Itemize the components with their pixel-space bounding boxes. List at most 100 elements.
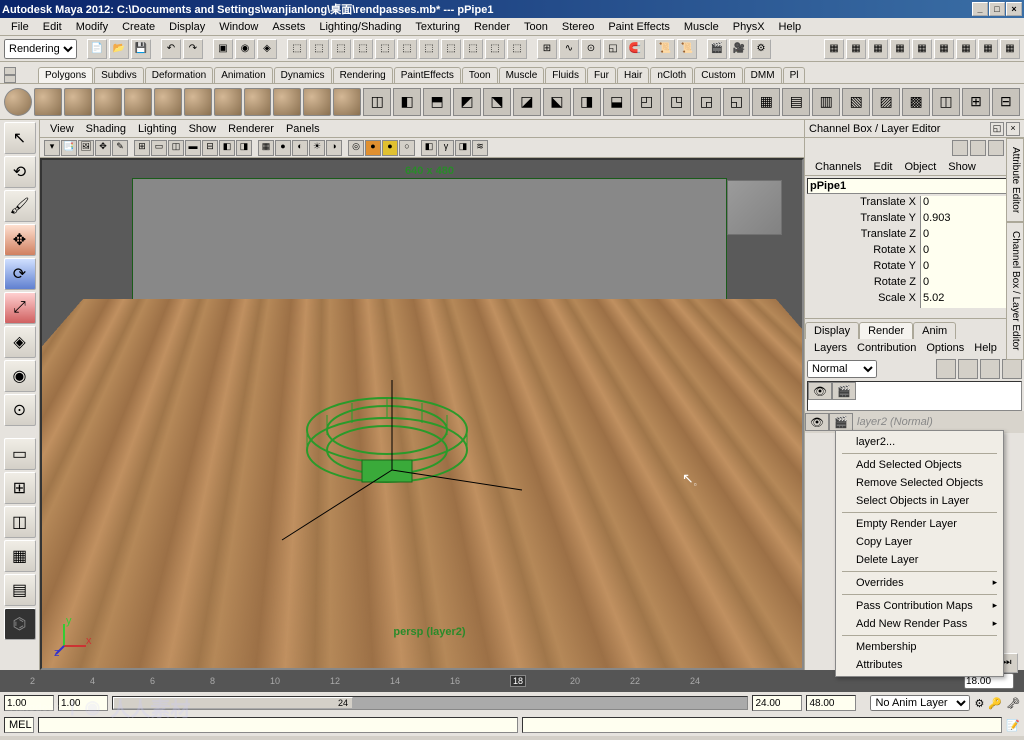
render-frame-icon[interactable]: 🎬	[707, 39, 727, 59]
panel-icon[interactable]: ▦	[912, 39, 932, 59]
menu-window[interactable]: Window	[212, 21, 265, 33]
motion-blur-icon[interactable]: ≋	[472, 140, 488, 156]
image-plane-icon[interactable]: 🖼	[78, 140, 94, 156]
soft-tool-icon[interactable]: ◉	[4, 360, 36, 392]
undo-icon[interactable]: ↶	[161, 39, 181, 59]
context-item-copy-layer[interactable]: Copy Layer	[838, 533, 1001, 551]
pipe-icon[interactable]	[244, 88, 272, 116]
open-scene-icon[interactable]: 📂	[109, 39, 129, 59]
poly-tool-icon[interactable]: ◩	[453, 88, 481, 116]
poly-tool-icon[interactable]: ◰	[633, 88, 661, 116]
poly-tool-icon[interactable]: ◪	[513, 88, 541, 116]
panel-icon[interactable]: ▦	[934, 39, 954, 59]
poly-tool-icon[interactable]: ⬓	[603, 88, 631, 116]
poly-tool-icon[interactable]: ▨	[872, 88, 900, 116]
shelf-tab-deformation[interactable]: Deformation	[145, 67, 213, 83]
snap-plane-icon[interactable]: ◱	[603, 39, 623, 59]
helix-icon[interactable]	[273, 88, 301, 116]
panel-icon[interactable]: ▦	[890, 39, 910, 59]
menu-physx[interactable]: PhysX	[726, 21, 772, 33]
safe-action-icon[interactable]: ◧	[219, 140, 235, 156]
isolate-icon[interactable]: ◎	[348, 140, 364, 156]
scale-tool-icon[interactable]: ⤢	[4, 292, 36, 324]
context-item-attributes[interactable]: Attributes	[838, 656, 1001, 674]
history-icon[interactable]: 📜	[655, 39, 675, 59]
lights-icon[interactable]: ☀	[309, 140, 325, 156]
cone-icon[interactable]	[94, 88, 122, 116]
layer-tab-render[interactable]: Render	[859, 322, 913, 339]
shelf-tab-rendering[interactable]: Rendering	[333, 67, 393, 83]
shelf-tab-ncloth[interactable]: nCloth	[650, 67, 693, 83]
viewcube[interactable]	[727, 180, 782, 235]
platonic-icon[interactable]	[333, 88, 361, 116]
range-end-inner[interactable]	[752, 695, 802, 711]
redo-icon[interactable]: ↷	[183, 39, 203, 59]
view-menu-show[interactable]: Show	[183, 123, 223, 135]
view-menu-view[interactable]: View	[44, 123, 80, 135]
sphere-icon[interactable]	[4, 88, 32, 116]
shelf-tab-hair[interactable]: Hair	[617, 67, 649, 83]
context-item-delete-layer[interactable]: Delete Layer	[838, 551, 1001, 569]
pyramid-icon[interactable]	[214, 88, 242, 116]
panel-icon[interactable]: ▦	[978, 39, 998, 59]
poly-tool-icon[interactable]: ▦	[752, 88, 780, 116]
layout-persp-icon[interactable]: ◫	[4, 506, 36, 538]
channel-box-tab[interactable]: Channel Box / Layer Editor	[1006, 222, 1024, 360]
layer-new-empty-icon[interactable]	[958, 359, 978, 379]
mask-icon[interactable]: ⬚	[309, 39, 329, 59]
panel-icon[interactable]: ▦	[824, 39, 844, 59]
cylinder-icon[interactable]	[64, 88, 92, 116]
current-frame-marker[interactable]: 18	[510, 675, 526, 687]
menu-display[interactable]: Display	[162, 21, 212, 33]
poly-tool-icon[interactable]: ◫	[932, 88, 960, 116]
ipr-render-icon[interactable]: 🎥	[729, 39, 749, 59]
set-key-icon[interactable]: 🗝	[1006, 697, 1020, 710]
view-menu-shading[interactable]: Shading	[80, 123, 132, 135]
close-button[interactable]: ×	[1006, 2, 1022, 16]
history-icon[interactable]: 📜	[677, 39, 697, 59]
layers-menu-options[interactable]: Options	[921, 342, 969, 354]
shelf-tab-custom[interactable]: Custom	[694, 67, 742, 83]
layers-menu-help[interactable]: Help	[969, 342, 1002, 354]
layer-mode-select[interactable]: Normal	[807, 360, 877, 378]
poly-tool-icon[interactable]: ▧	[842, 88, 870, 116]
view-transform-icon[interactable]: ◨	[455, 140, 471, 156]
poly-tool-icon[interactable]: ⬔	[483, 88, 511, 116]
range-end-outer[interactable]	[806, 695, 856, 711]
range-start-inner[interactable]	[58, 695, 108, 711]
save-scene-icon[interactable]: 💾	[131, 39, 151, 59]
cb-menu-edit[interactable]: Edit	[867, 161, 898, 173]
layer-visible-icon[interactable]: 👁	[808, 382, 832, 400]
poly-tool-icon[interactable]: ▤	[782, 88, 810, 116]
shelf-tab-painteffects[interactable]: PaintEffects	[394, 67, 461, 83]
torus-icon[interactable]	[154, 88, 182, 116]
menu-help[interactable]: Help	[772, 21, 809, 33]
context-item-remove-selected[interactable]: Remove Selected Objects	[838, 474, 1001, 492]
layer-up-icon[interactable]	[980, 359, 1000, 379]
prism-icon[interactable]	[184, 88, 212, 116]
shelf-nav[interactable]	[4, 67, 34, 83]
wireframe-icon[interactable]: ▦	[258, 140, 274, 156]
layers-menu-layers[interactable]: Layers	[809, 342, 852, 354]
textured-icon[interactable]: ◐	[292, 140, 308, 156]
xray-icon[interactable]: ●	[365, 140, 381, 156]
mask-icon[interactable]: ⬚	[287, 39, 307, 59]
mask-icon[interactable]: ⬚	[331, 39, 351, 59]
layout-custom-icon[interactable]: ▦	[4, 540, 36, 572]
mask-icon[interactable]: ⬚	[507, 39, 527, 59]
rotate-tool-icon[interactable]: ⟳	[4, 258, 36, 290]
layer-tab-anim[interactable]: Anim	[913, 322, 956, 339]
lasso-tool-icon[interactable]: ⟲	[4, 156, 36, 188]
panel-icon[interactable]: ▦	[1000, 39, 1020, 59]
workspace-selector[interactable]: Rendering	[4, 39, 77, 59]
cb-reset-icon[interactable]	[952, 140, 968, 156]
cb-manip-icon[interactable]	[970, 140, 986, 156]
snap-grid-icon[interactable]: ⊞	[537, 39, 557, 59]
camera-select-icon[interactable]: ▾	[44, 140, 60, 156]
plane-icon[interactable]	[124, 88, 152, 116]
menu-render[interactable]: Render	[467, 21, 517, 33]
cb-menu-show[interactable]: Show	[942, 161, 982, 173]
panel-icon[interactable]: ▦	[868, 39, 888, 59]
viewport-3d[interactable]: 640 x 480 persp (layer2)	[40, 158, 804, 670]
poly-tool-icon[interactable]: ◱	[723, 88, 751, 116]
